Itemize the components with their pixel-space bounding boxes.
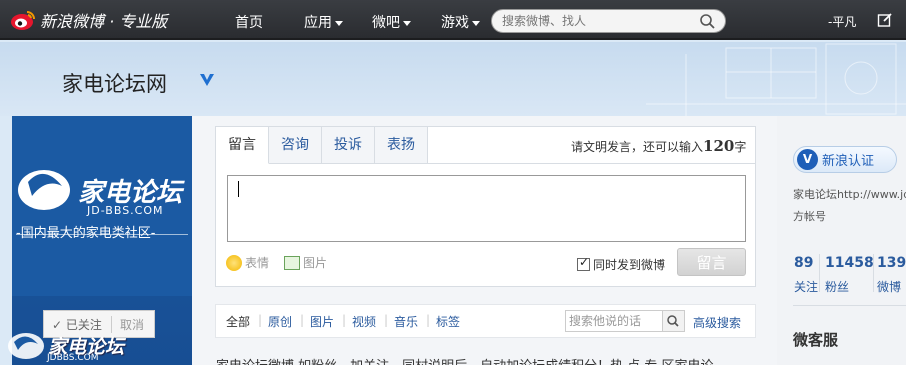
weibo-eye-icon — [11, 11, 35, 30]
following-label[interactable]: 关注 — [794, 278, 818, 295]
brand-label: 新浪微博 · 专业版 — [40, 12, 168, 31]
filter-divider: | — [384, 313, 389, 327]
filter-divider: | — [426, 313, 431, 327]
chevron-down-icon — [472, 20, 480, 26]
tab-message[interactable]: 留言 — [216, 127, 269, 164]
verified-badge[interactable]: V 新浪认证 — [793, 146, 897, 173]
blueprint-decoration — [646, 43, 906, 116]
profile-url: JD-BBS.COM — [87, 204, 164, 217]
emoji-button[interactable]: 表情 — [226, 254, 269, 271]
tab-complaint[interactable]: 投诉 — [322, 127, 375, 164]
sync-to-weibo[interactable]: 同时发到微博 — [577, 255, 665, 273]
filter-music[interactable]: 音乐 — [394, 313, 418, 330]
nav-apps[interactable]: 应用 — [304, 12, 343, 32]
feed-search-button[interactable] — [663, 310, 685, 332]
account-description: 家电论坛http://www.jd-bbs.com官 方帐号 — [793, 188, 906, 223]
posts-count[interactable]: 139 — [877, 255, 906, 271]
nav-weiba[interactable]: 微吧 — [372, 12, 411, 32]
customer-service-heading: 微客服 — [793, 331, 839, 349]
filter-all[interactable]: 全部 — [226, 313, 250, 330]
search-icon — [667, 315, 679, 327]
compose-icon[interactable] — [877, 12, 893, 28]
char-count: 120 — [703, 137, 735, 155]
char-count-hint: 请文明发言，还可以输入120字 — [571, 137, 747, 155]
tab-inquiry[interactable]: 咨询 — [269, 127, 322, 164]
filter-divider: | — [300, 313, 305, 327]
search-icon[interactable] — [699, 13, 715, 29]
top-nav: 新浪微博 · 专业版 首页 应用 微吧 游戏 -平凡 — [0, 0, 906, 40]
filter-divider: | — [342, 313, 347, 327]
feed-search-input[interactable]: 搜索他说的话 — [565, 310, 663, 332]
filter-tags[interactable]: 标签 — [436, 313, 460, 330]
sync-checkbox[interactable] — [577, 255, 590, 271]
following-count[interactable]: 89 — [794, 255, 813, 271]
feed-preview-text: 家电论坛微博 如粉丝、加关注、同村说明后，自动加论坛成绩积分！热 点 专 区家电… — [216, 355, 756, 365]
profile-banner: 家电论坛网 — [0, 42, 906, 116]
chevron-down-icon — [403, 20, 411, 26]
profile-slogan: -国内最大的家电类社区- — [16, 226, 156, 241]
weibo-logo[interactable]: 新浪微博 · 专业版 — [10, 8, 167, 32]
message-textarea[interactable] — [227, 175, 746, 242]
filter-divider: | — [258, 313, 263, 327]
global-search — [491, 9, 726, 33]
watermark-url: JDBBS.COM — [47, 353, 99, 363]
composer-tabs: 留言 咨询 投诉 表扬 — [216, 127, 428, 164]
filter-video[interactable]: 视频 — [352, 313, 376, 330]
search-input[interactable] — [492, 10, 692, 32]
tabs-divider — [428, 163, 755, 164]
submit-message-button[interactable]: 留言 — [677, 248, 746, 276]
posts-label[interactable]: 微博 — [877, 278, 901, 295]
filter-images[interactable]: 图片 — [310, 313, 334, 330]
stat-divider — [819, 254, 820, 292]
user-name-link[interactable]: -平凡 — [828, 13, 856, 30]
tab-praise[interactable]: 表扬 — [375, 127, 428, 164]
image-button[interactable]: 图片 — [284, 254, 327, 271]
verified-v-icon — [200, 74, 214, 86]
chevron-down-icon — [335, 20, 343, 26]
image-icon — [284, 255, 300, 270]
followers-count[interactable]: 11458 — [825, 255, 874, 271]
page-title: 家电论坛网 — [62, 72, 167, 96]
followers-label[interactable]: 粉丝 — [825, 278, 849, 295]
advanced-search-link[interactable]: 高级搜索 — [693, 314, 741, 331]
text-cursor — [238, 181, 239, 197]
filter-original[interactable]: 原创 — [268, 313, 292, 330]
verified-v-icon: V — [797, 149, 818, 170]
stat-divider — [873, 254, 874, 292]
sidebar-divider — [793, 305, 906, 306]
nav-home[interactable]: 首页 — [235, 12, 263, 32]
nav-games[interactable]: 游戏 — [441, 12, 480, 32]
smiley-icon — [226, 254, 242, 271]
